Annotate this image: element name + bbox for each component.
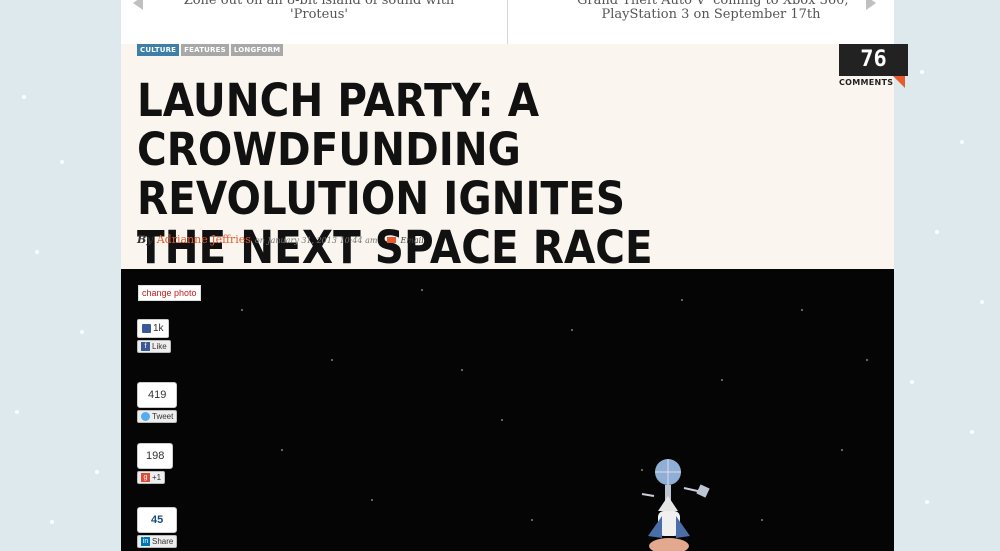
prev-arrow-icon[interactable]: [133, 0, 143, 10]
comments-label[interactable]: COMMENTS: [839, 78, 893, 87]
tag-longform[interactable]: LONGFORM: [230, 44, 284, 56]
twitter-share[interactable]: 419 Tweet: [137, 382, 178, 423]
change-photo-link[interactable]: change photo: [138, 285, 201, 301]
tag-culture[interactable]: CULTURE: [137, 44, 180, 56]
facebook-icon: f: [141, 342, 150, 351]
linkedin-share[interactable]: 45 in Share: [137, 507, 178, 548]
linkedin-share-button[interactable]: in Share: [137, 535, 178, 548]
byline-by: By: [137, 233, 153, 246]
tag-features[interactable]: FEATURES: [181, 44, 229, 56]
email-link[interactable]: Email: [400, 236, 423, 245]
facebook-share[interactable]: 1k f Like: [137, 319, 171, 353]
linkedin-count: 45: [137, 507, 178, 533]
byline: By Adrianne Jeffries on January 31, 2013…: [137, 233, 424, 246]
facebook-like-label: Like: [152, 342, 167, 351]
author-link[interactable]: Adrianne Jeffries: [157, 233, 251, 246]
article-nav: Zone out on an 8-bit island of sound wit…: [121, 0, 894, 44]
twitter-bird-icon: [141, 412, 150, 421]
google-plus-icon: g: [141, 473, 150, 482]
twitter-count: 419: [137, 382, 178, 408]
publish-date: on January 31, 2013 10:44 am: [254, 236, 378, 245]
nav-divider: [507, 0, 508, 44]
tweet-button[interactable]: Tweet: [137, 410, 178, 423]
comments-count[interactable]: 76: [839, 44, 908, 76]
next-article-link[interactable]: 'Grand Theft Auto V' coming to Xbox 360,…: [561, 0, 861, 22]
next-arrow-icon[interactable]: [866, 0, 876, 10]
linkedin-icon: in: [141, 537, 150, 546]
hero-image: change photo 1k f Like 419 Tweet 198 g +…: [121, 269, 894, 551]
google-plus-button[interactable]: g +1: [137, 471, 166, 484]
google-plus-count: 198: [137, 443, 174, 469]
prev-article-link[interactable]: Zone out on an 8-bit island of sound wit…: [169, 0, 469, 22]
rocket-illustration: [641, 459, 710, 551]
email-icon[interactable]: [387, 237, 397, 243]
comments-tab-corner: [893, 76, 905, 88]
facebook-count-box: 1k: [137, 319, 169, 338]
thumbs-up-icon: [142, 324, 151, 333]
linkedin-share-label: Share: [152, 537, 174, 546]
article-page: Zone out on an 8-bit island of sound wit…: [121, 0, 908, 551]
facebook-count: 1k: [153, 323, 164, 334]
tweet-label: Tweet: [152, 412, 174, 421]
google-plus-label: +1: [152, 473, 162, 482]
google-plus-share[interactable]: 198 g +1: [137, 443, 174, 484]
facebook-like-button[interactable]: f Like: [137, 340, 171, 353]
tag-list: CULTURE FEATURES LONGFORM: [137, 44, 284, 56]
